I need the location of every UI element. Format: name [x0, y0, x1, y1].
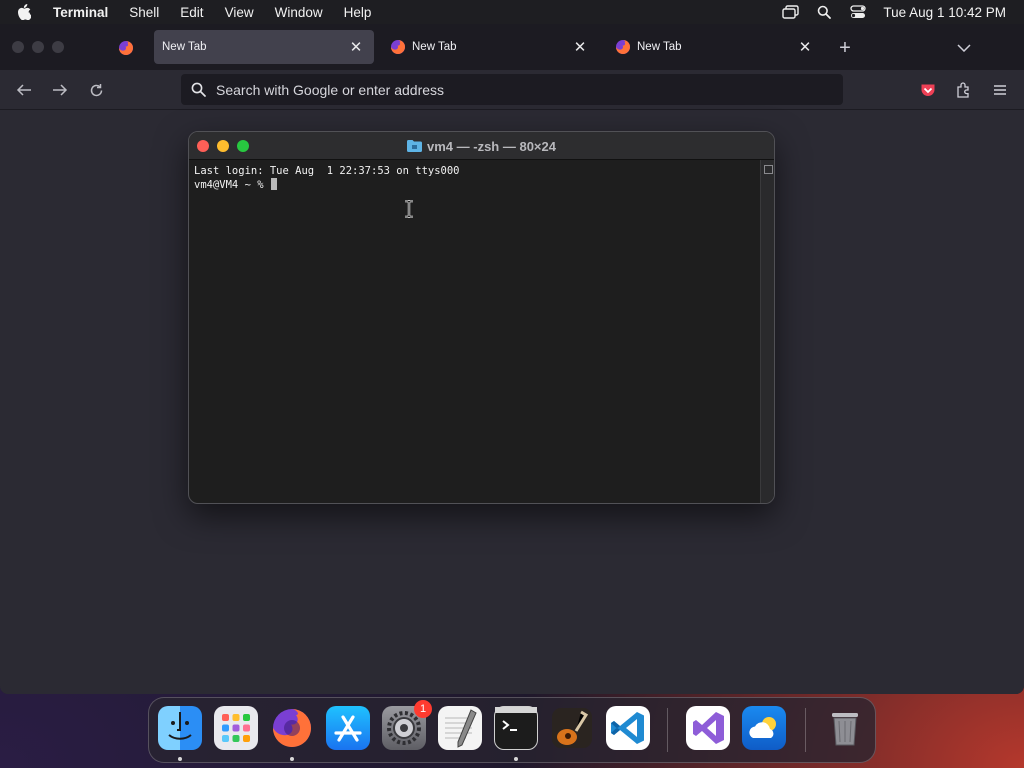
tab-close-button[interactable]: ✕	[793, 35, 817, 59]
tab-2[interactable]: New Tab ✕	[378, 30, 598, 64]
dock-trash[interactable]	[823, 706, 867, 750]
notification-badge: 1	[414, 700, 432, 718]
dock-terminal[interactable]	[494, 706, 538, 750]
terminal-title-container: vm4 — -zsh — 80×24	[189, 132, 774, 160]
terminal-scrollbar[interactable]	[760, 160, 774, 503]
menu-edit[interactable]: Edit	[180, 5, 203, 20]
firefox-icon	[119, 41, 133, 55]
tab-close-button[interactable]: ✕	[344, 35, 368, 59]
running-indicator	[514, 757, 518, 761]
new-tab-button[interactable]: +	[834, 37, 856, 59]
spotlight-search-icon[interactable]	[807, 0, 841, 24]
menu-shell[interactable]: Shell	[129, 5, 159, 20]
dock-garageband[interactable]	[550, 706, 594, 750]
menu-view[interactable]: View	[225, 5, 254, 20]
trash-icon	[832, 713, 858, 746]
vscode-icon	[611, 712, 644, 744]
weather-icon	[749, 717, 776, 738]
dock-textedit[interactable]	[438, 706, 482, 750]
control-center-icon[interactable]	[841, 0, 875, 24]
dock: 1	[148, 697, 876, 763]
launchpad-icon	[222, 714, 250, 742]
hamburger-menu-icon	[994, 85, 1006, 95]
reload-button[interactable]	[84, 78, 108, 102]
ibeam-cursor-icon	[405, 200, 413, 218]
pocket-icon	[921, 84, 935, 96]
dock-firefox[interactable]	[270, 706, 314, 750]
arrow-left-icon	[16, 84, 31, 96]
nav-toolbar: Search with Google or enter address	[0, 70, 1024, 110]
firefox-icon	[616, 40, 630, 54]
arrow-right-icon	[53, 84, 68, 96]
address-bar[interactable]: Search with Google or enter address	[181, 74, 843, 105]
menu-clock[interactable]: Tue Aug 1 10:42 PM	[883, 5, 1006, 20]
terminal-prompt: vm4@VM4 ~ %	[194, 179, 270, 191]
terminal-window: vm4 — -zsh — 80×24 Last login: Tue Aug 1…	[188, 131, 775, 504]
firefox-icon	[273, 709, 311, 747]
app-store-icon	[334, 715, 362, 742]
dock-separator	[667, 708, 668, 752]
tab-title: New Tab	[412, 41, 457, 53]
tab-title: New Tab	[162, 41, 207, 53]
window-close-button[interactable]	[12, 41, 24, 53]
app-menu-button[interactable]	[988, 78, 1012, 102]
tab-1[interactable]: New Tab ✕	[154, 30, 374, 64]
menu-bar: Terminal Shell Edit View Window Help Tue…	[0, 0, 1024, 24]
terminal-content[interactable]: Last login: Tue Aug 1 22:37:53 on ttys00…	[189, 160, 760, 503]
tab-title: New Tab	[637, 41, 682, 53]
dock-launchpad[interactable]	[214, 706, 258, 750]
tab-strip: New Tab ✕ New Tab ✕ New Tab ✕ +	[0, 24, 1024, 70]
dock-visual-studio[interactable]	[686, 706, 730, 750]
terminal-zoom-button[interactable]	[237, 140, 249, 152]
running-indicator	[290, 757, 294, 761]
textedit-icon	[445, 709, 477, 748]
dock-weather[interactable]	[742, 706, 786, 750]
pinned-tab[interactable]	[106, 32, 146, 64]
back-button[interactable]	[12, 78, 36, 102]
running-indicator	[178, 757, 182, 761]
menu-window[interactable]: Window	[275, 5, 323, 20]
dock-vscode[interactable]	[606, 706, 650, 750]
list-all-tabs-button[interactable]	[952, 37, 976, 59]
search-icon	[189, 81, 207, 99]
text-cursor	[270, 178, 277, 190]
apple-menu-icon[interactable]	[17, 4, 37, 20]
window-zoom-button[interactable]	[52, 41, 64, 53]
firefox-icon	[391, 40, 405, 54]
visual-studio-icon	[693, 712, 724, 744]
terminal-minimize-button[interactable]	[217, 140, 229, 152]
terminal-close-button[interactable]	[197, 140, 209, 152]
pocket-button[interactable]	[916, 78, 940, 102]
terminal-icon	[495, 707, 537, 731]
chevron-down-icon	[957, 44, 971, 52]
terminal-line: Last login: Tue Aug 1 22:37:53 on ttys00…	[194, 165, 460, 177]
address-bar-placeholder: Search with Google or enter address	[216, 81, 445, 98]
window-minimize-button[interactable]	[32, 41, 44, 53]
menu-help[interactable]: Help	[344, 5, 372, 20]
dock-separator	[805, 708, 806, 752]
dock-system-settings[interactable]: 1	[382, 700, 432, 750]
tab-3[interactable]: New Tab ✕	[603, 30, 823, 64]
tab-close-button[interactable]: ✕	[568, 35, 592, 59]
terminal-title: vm4 — -zsh — 80×24	[427, 138, 556, 154]
screen-mirroring-icon[interactable]	[773, 0, 807, 24]
finder-icon	[168, 712, 192, 740]
dock-finder[interactable]	[158, 706, 202, 750]
garageband-icon	[552, 708, 592, 748]
scrollbar-split-icon[interactable]	[764, 165, 773, 174]
puzzle-icon	[957, 82, 969, 98]
menu-app-name[interactable]: Terminal	[53, 5, 108, 20]
dock-app-store[interactable]	[326, 706, 370, 750]
extensions-button[interactable]	[952, 78, 976, 102]
terminal-prompt-line: vm4@VM4 ~ %	[194, 178, 760, 192]
forward-button[interactable]	[48, 78, 72, 102]
folder-icon	[407, 140, 422, 152]
reload-icon	[90, 83, 102, 96]
